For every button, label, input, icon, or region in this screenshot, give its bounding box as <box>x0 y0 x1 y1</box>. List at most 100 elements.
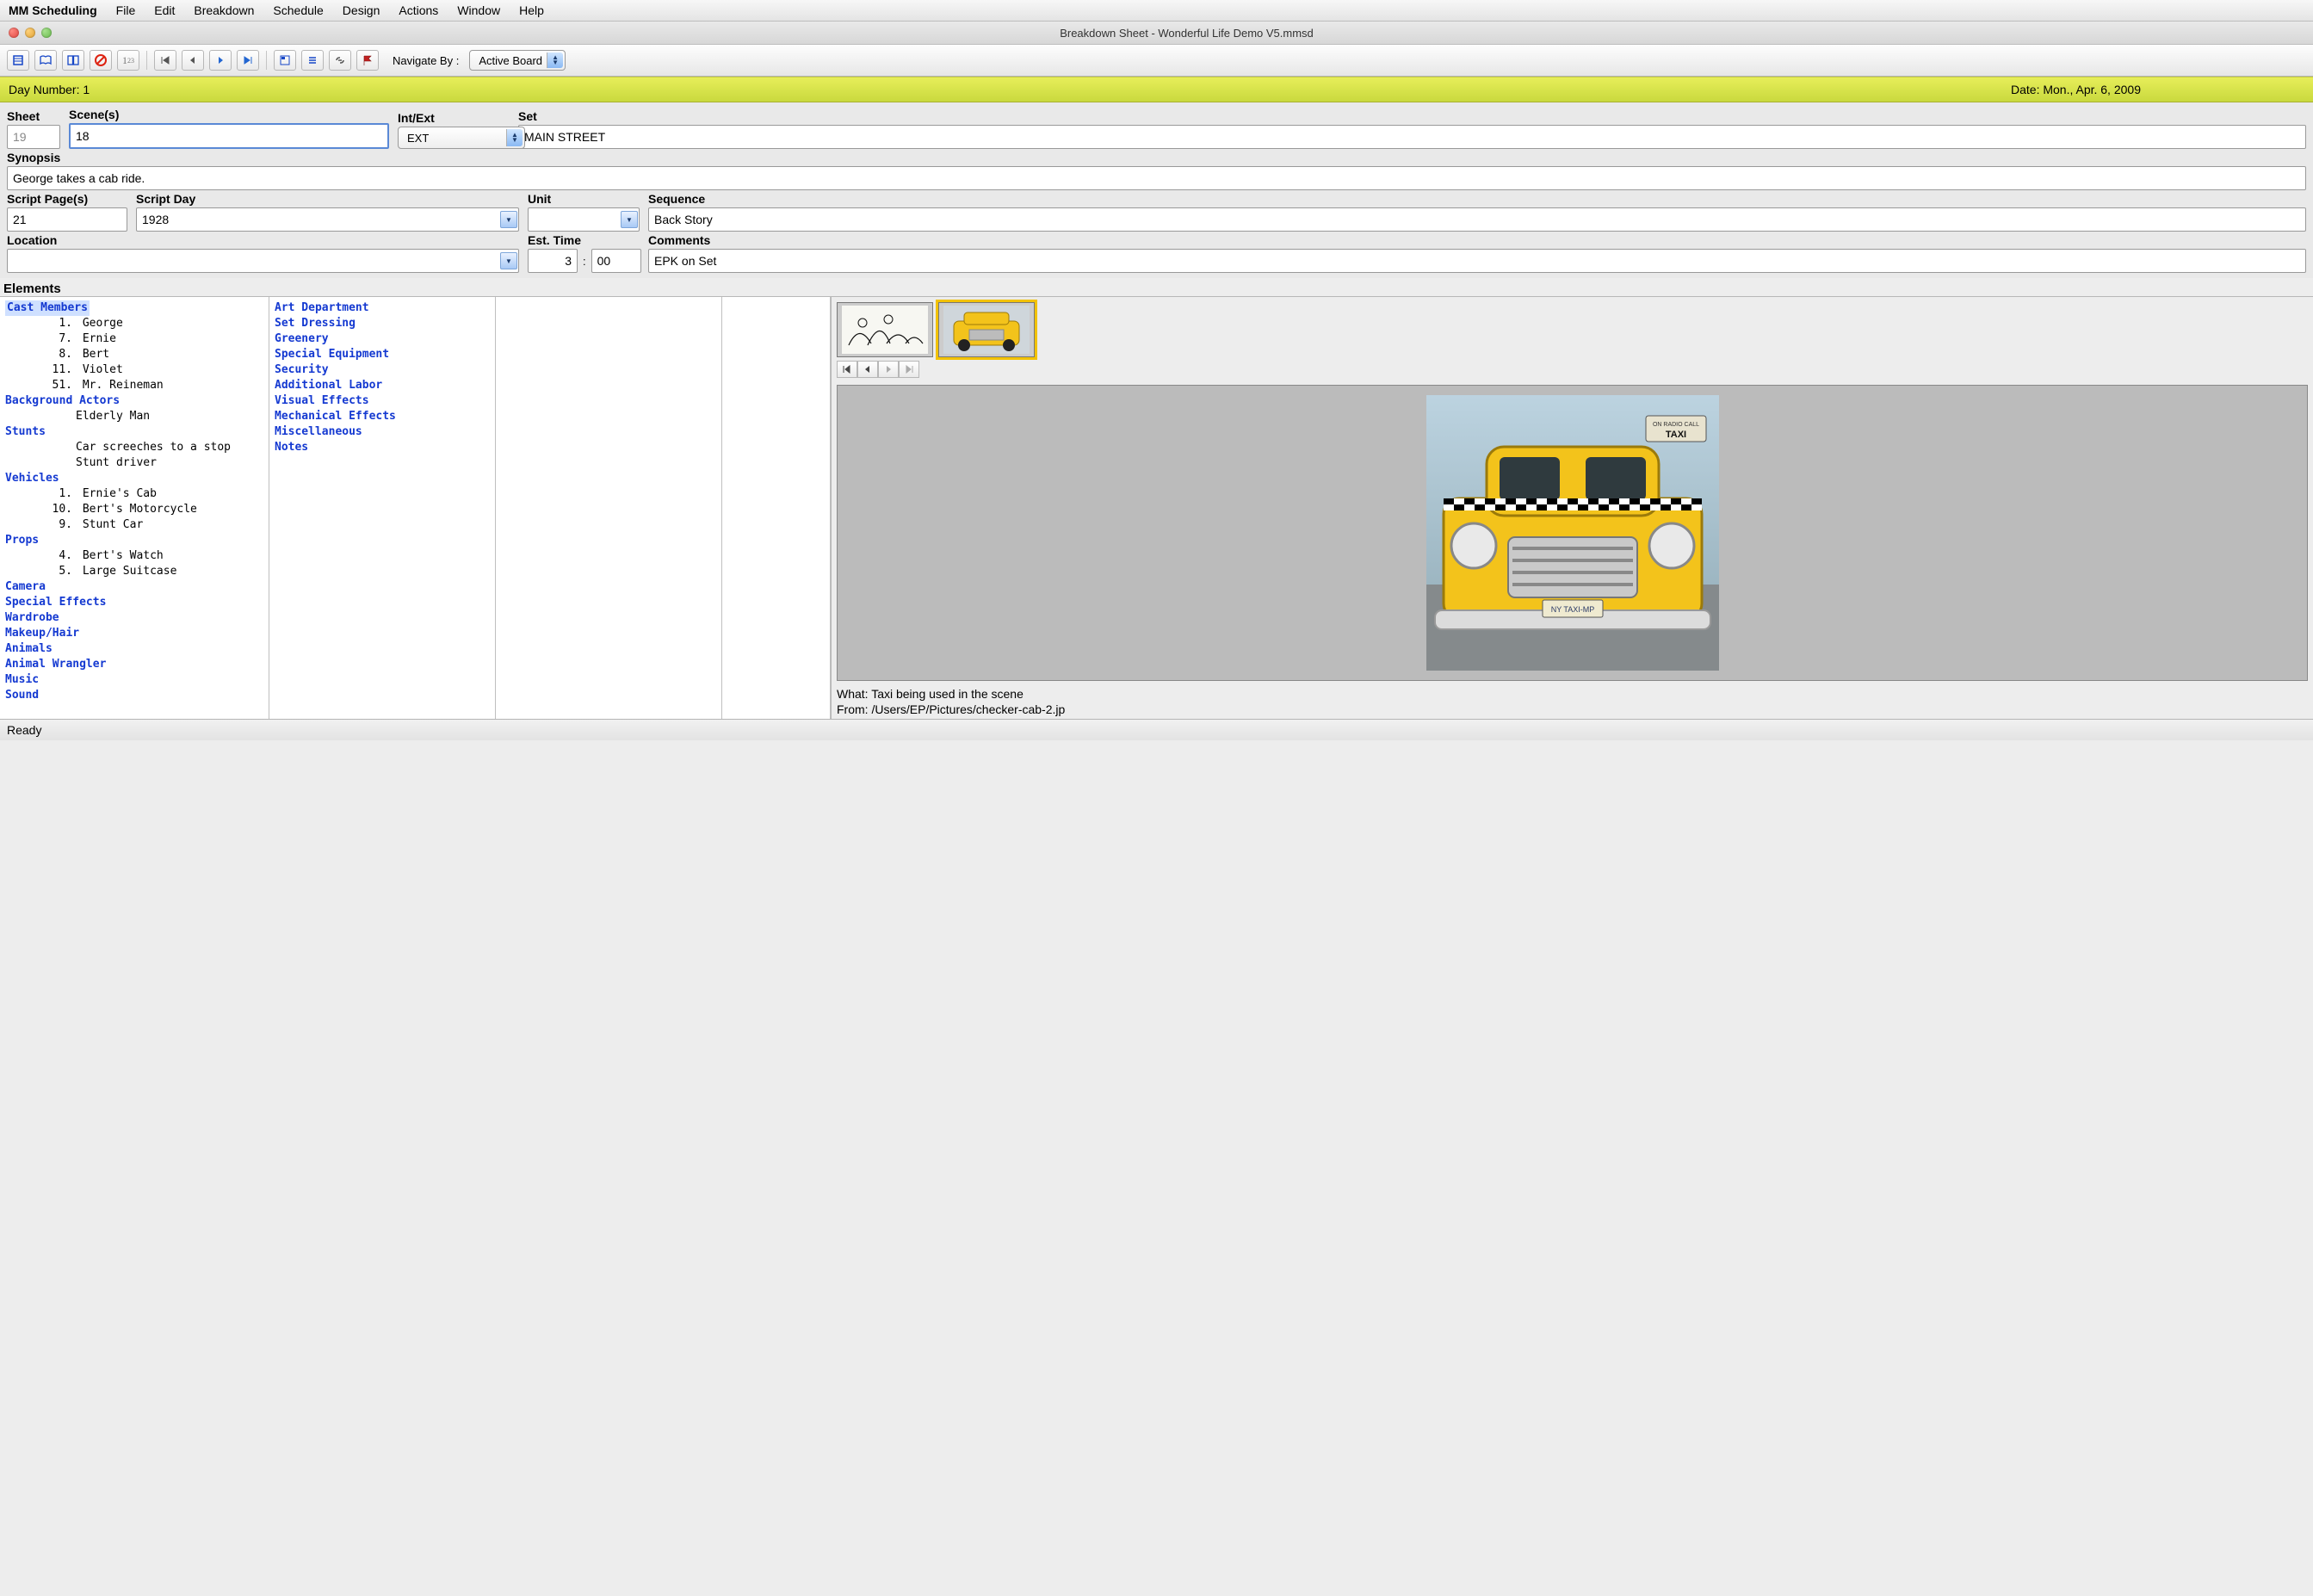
thumb-last-icon[interactable] <box>899 361 919 378</box>
element-item[interactable]: 10. Bert's Motorcycle <box>5 502 263 517</box>
dropdown-arrow-icon[interactable]: ▼ <box>500 252 517 269</box>
image-caption-from: From: /Users/EP/Pictures/checker-cab-2.j… <box>837 702 2308 717</box>
thumb-first-icon[interactable] <box>837 361 857 378</box>
flag-icon[interactable] <box>356 50 379 71</box>
element-category[interactable]: Background Actors <box>5 393 263 409</box>
element-category[interactable]: Animals <box>5 641 263 657</box>
elements-column-3[interactable] <box>496 297 722 719</box>
thumb-next-icon[interactable] <box>878 361 899 378</box>
element-item[interactable]: 4. Bert's Watch <box>5 548 263 564</box>
separator-icon <box>266 51 267 70</box>
thumbnail-1[interactable] <box>837 302 933 357</box>
menu-file[interactable]: File <box>116 3 136 17</box>
navigate-by-select[interactable]: Active Board ▲▼ <box>469 50 566 71</box>
minimize-window-icon[interactable] <box>25 28 35 38</box>
est-time-minutes-input[interactable] <box>591 249 641 273</box>
view-book-icon[interactable] <box>34 50 57 71</box>
element-category[interactable]: Additional Labor <box>275 378 490 393</box>
menu-window[interactable]: Window <box>457 3 500 17</box>
next-record-icon[interactable] <box>209 50 232 71</box>
element-item[interactable]: Elderly Man <box>5 409 263 424</box>
sequence-input[interactable] <box>648 207 2306 232</box>
list-view-icon[interactable] <box>301 50 324 71</box>
dropdown-arrow-icon[interactable]: ▼ <box>621 211 638 228</box>
element-item[interactable]: 1. Ernie's Cab <box>5 486 263 502</box>
elements-column-2[interactable]: Art DepartmentSet DressingGreenerySpecia… <box>269 297 496 719</box>
intext-value: EXT <box>407 132 429 145</box>
elements-area: Cast Members1. George7. Ernie8. Bert11. … <box>0 296 2313 719</box>
dropdown-arrow-icon[interactable]: ▼ <box>500 211 517 228</box>
element-category[interactable]: Animal Wrangler <box>5 657 263 672</box>
element-category[interactable]: Vehicles <box>5 471 263 486</box>
zoom-window-icon[interactable] <box>41 28 52 38</box>
element-item[interactable]: 8. Bert <box>5 347 263 362</box>
day-date-label: Date: Mon., Apr. 6, 2009 <box>2011 83 2141 96</box>
element-category[interactable]: Art Department <box>275 300 490 316</box>
element-category[interactable]: Props <box>5 533 263 548</box>
synopsis-input[interactable] <box>7 166 2306 190</box>
scenes-input[interactable] <box>69 123 389 149</box>
navigate-by-label: Navigate By : <box>393 54 459 67</box>
element-item[interactable]: 1. George <box>5 316 263 331</box>
element-category[interactable]: Makeup/Hair <box>5 626 263 641</box>
menu-actions[interactable]: Actions <box>399 3 438 17</box>
storyboard-sketch-icon <box>842 306 928 354</box>
sheet-input <box>7 125 60 149</box>
menu-help[interactable]: Help <box>519 3 544 17</box>
thumbnail-2[interactable] <box>938 302 1035 357</box>
last-record-icon[interactable] <box>237 50 259 71</box>
element-category[interactable]: Music <box>5 672 263 688</box>
element-item[interactable]: 9. Stunt Car <box>5 517 263 533</box>
element-item[interactable]: Stunt driver <box>5 455 263 471</box>
elements-column-1[interactable]: Cast Members1. George7. Ernie8. Bert11. … <box>0 297 269 719</box>
element-item[interactable]: 51. Mr. Reineman <box>5 378 263 393</box>
intext-label: Int/Ext <box>398 111 510 125</box>
comments-input[interactable] <box>648 249 2306 273</box>
script-day-input[interactable] <box>136 207 519 232</box>
elements-column-4[interactable] <box>722 297 831 719</box>
app-name: MM Scheduling <box>9 3 97 17</box>
location-input[interactable] <box>7 249 519 273</box>
element-category[interactable]: Camera <box>5 579 263 595</box>
view-sheet-icon[interactable] <box>7 50 29 71</box>
link-icon[interactable] <box>329 50 351 71</box>
menu-design[interactable]: Design <box>343 3 380 17</box>
taxi-photo-icon: NY TAXI-MP ON RADIO CALL TAXI <box>1426 395 1719 671</box>
menu-breakdown[interactable]: Breakdown <box>194 3 254 17</box>
element-category[interactable]: Greenery <box>275 331 490 347</box>
element-item[interactable]: 11. Violet <box>5 362 263 378</box>
view-split-icon[interactable] <box>62 50 84 71</box>
intext-select[interactable]: EXT ▲▼ <box>398 127 525 149</box>
element-category[interactable]: Set Dressing <box>275 316 490 331</box>
element-category[interactable]: Visual Effects <box>275 393 490 409</box>
element-category[interactable]: Notes <box>275 440 490 455</box>
element-category[interactable]: Mechanical Effects <box>275 409 490 424</box>
element-item[interactable]: 5. Large Suitcase <box>5 564 263 579</box>
renumber-icon[interactable]: 123 <box>117 50 139 71</box>
thumb-prev-icon[interactable] <box>857 361 878 378</box>
first-record-icon[interactable] <box>154 50 176 71</box>
element-category[interactable]: Special Effects <box>5 595 263 610</box>
script-pages-input[interactable] <box>7 207 127 232</box>
element-category[interactable]: Stunts <box>5 424 263 440</box>
svg-text:NY TAXI-MP: NY TAXI-MP <box>1550 605 1594 614</box>
menu-schedule[interactable]: Schedule <box>273 3 323 17</box>
element-category[interactable]: Special Equipment <box>275 347 490 362</box>
element-item[interactable]: Car screeches to a stop <box>5 440 263 455</box>
element-category[interactable]: Wardrobe <box>5 610 263 626</box>
close-window-icon[interactable] <box>9 28 19 38</box>
menu-edit[interactable]: Edit <box>154 3 175 17</box>
element-category[interactable]: Security <box>275 362 490 378</box>
form-view-icon[interactable] <box>274 50 296 71</box>
no-entry-icon[interactable] <box>90 50 112 71</box>
image-panel: NY TAXI-MP ON RADIO CALL TAXI What: Taxi… <box>831 297 2313 719</box>
element-category[interactable]: Miscellaneous <box>275 424 490 440</box>
svg-text:ON RADIO CALL: ON RADIO CALL <box>1652 422 1698 428</box>
est-time-hours-input[interactable] <box>528 249 578 273</box>
prev-record-icon[interactable] <box>182 50 204 71</box>
element-category[interactable]: Cast Members <box>5 300 90 316</box>
element-item[interactable]: 7. Ernie <box>5 331 263 347</box>
element-category[interactable]: Sound <box>5 688 263 703</box>
set-input[interactable] <box>518 125 2306 149</box>
image-preview[interactable]: NY TAXI-MP ON RADIO CALL TAXI <box>837 385 2308 681</box>
